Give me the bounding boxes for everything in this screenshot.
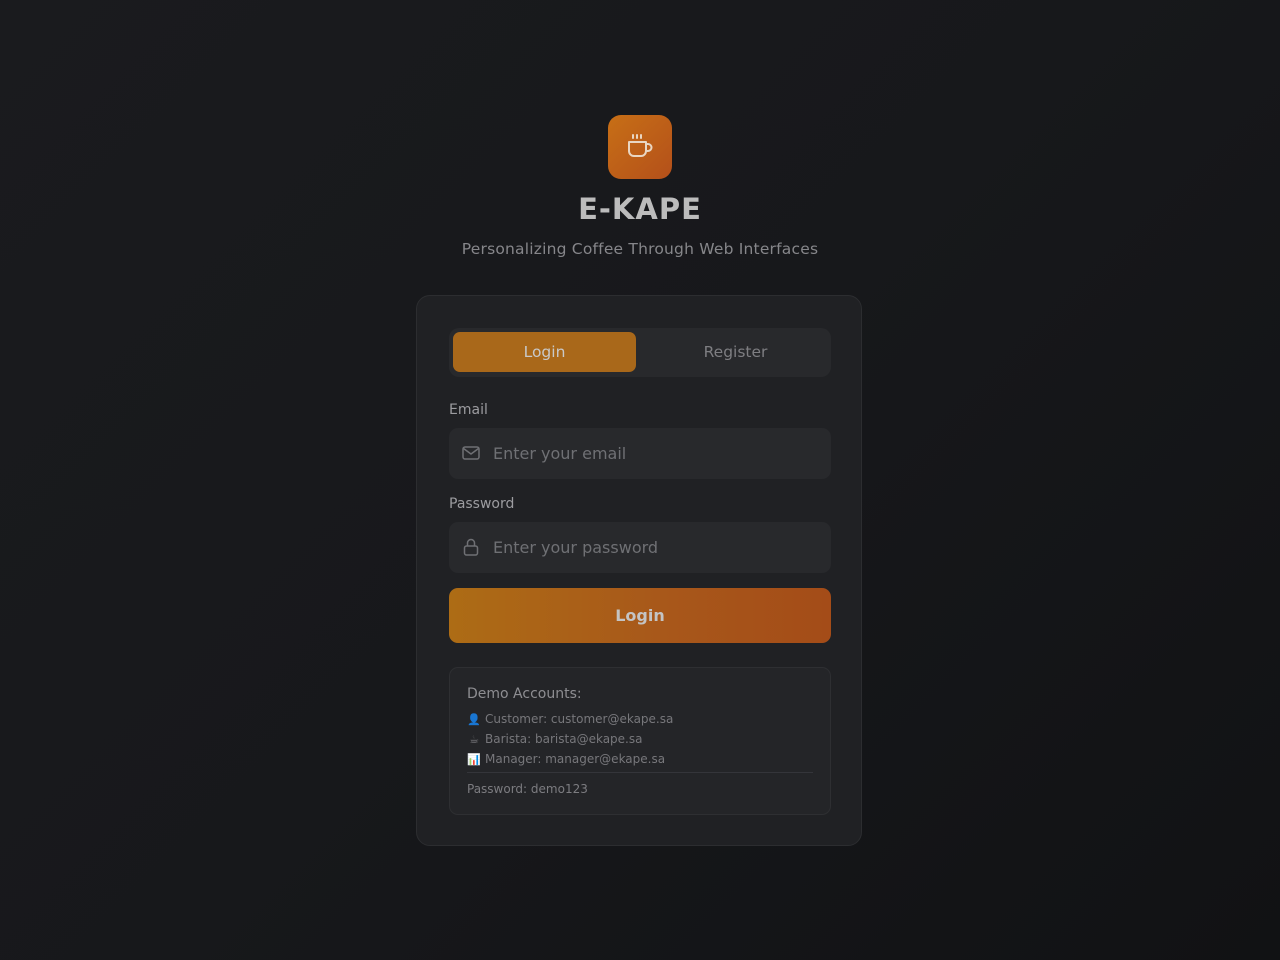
demo-accounts-title: Demo Accounts: bbox=[467, 686, 582, 702]
mail-icon bbox=[462, 446, 480, 460]
divider bbox=[467, 772, 813, 773]
demo-account-text: Manager: manager@ekape.sa bbox=[485, 752, 666, 766]
lock-icon bbox=[463, 538, 479, 556]
app-tagline: Personalizing Coffee Through Web Interfa… bbox=[461, 240, 819, 258]
coffee-cup-icon bbox=[628, 134, 653, 157]
demo-accounts-panel: Demo Accounts: 👤 Customer: customer@ekap… bbox=[449, 667, 831, 815]
app-title: E-KAPE bbox=[578, 192, 702, 226]
auth-tabs: Login Register bbox=[449, 328, 831, 377]
user-icon: 👤 bbox=[467, 712, 481, 726]
auth-card: Login Register Email Password Login Demo… bbox=[416, 295, 862, 846]
demo-password-note: Password: demo123 bbox=[467, 782, 588, 796]
demo-account-text: Barista: barista@ekape.sa bbox=[485, 732, 643, 746]
email-input[interactable] bbox=[493, 428, 819, 479]
demo-account-customer: 👤 Customer: customer@ekape.sa bbox=[467, 712, 673, 726]
coffee-icon: ☕ bbox=[469, 732, 479, 746]
login-button[interactable]: Login bbox=[449, 588, 831, 643]
password-label: Password bbox=[449, 496, 515, 512]
tab-login[interactable]: Login bbox=[453, 332, 636, 372]
chart-icon: 📊 bbox=[467, 752, 481, 766]
tab-register[interactable]: Register bbox=[644, 332, 827, 372]
demo-account-text: Customer: customer@ekape.sa bbox=[485, 712, 674, 726]
email-label: Email bbox=[449, 402, 488, 418]
password-input[interactable] bbox=[493, 522, 819, 573]
demo-account-manager: 📊 Manager: manager@ekape.sa bbox=[467, 752, 665, 766]
email-field-wrapper bbox=[449, 428, 831, 479]
demo-account-barista: ☕ Barista: barista@ekape.sa bbox=[467, 732, 642, 746]
app-logo bbox=[608, 115, 672, 179]
password-field-wrapper bbox=[449, 522, 831, 573]
